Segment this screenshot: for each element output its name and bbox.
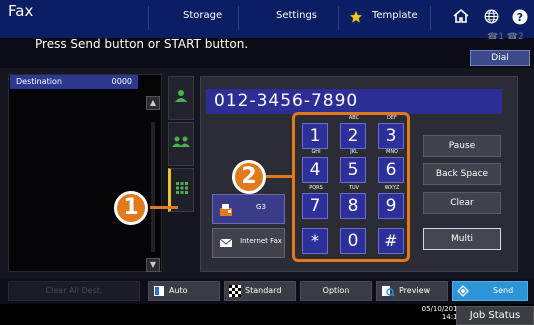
number-display-value: 012-3456-7890 bbox=[214, 91, 359, 111]
pause-button[interactable]: Pause bbox=[423, 135, 501, 157]
instruction-message: Press Send button or START button. bbox=[35, 37, 249, 51]
keypad-key-digit: # bbox=[384, 231, 398, 250]
destination-count: 0000 bbox=[111, 77, 132, 86]
tab-template[interactable]: Template bbox=[372, 10, 418, 21]
fax-machine-icon bbox=[220, 204, 232, 216]
internet-fax-mode-label: Internet Fax bbox=[240, 237, 282, 245]
keypad-key-digit: * bbox=[311, 231, 319, 250]
preview-label: Preview bbox=[399, 286, 431, 295]
keypad-key-letters: JKL bbox=[350, 149, 358, 155]
keypad-key-8[interactable]: TUV 8 bbox=[340, 185, 366, 219]
keypad-key-4[interactable]: GHI 4 bbox=[302, 149, 328, 183]
svg-text:?: ? bbox=[517, 11, 523, 24]
keypad-key-hash[interactable]: # bbox=[378, 228, 404, 254]
keypad-key-letters: PQRS bbox=[309, 185, 323, 191]
line-status: ☎1 ☎2 bbox=[487, 32, 524, 42]
scroll-up-button[interactable]: ▲ bbox=[146, 96, 160, 110]
keypad-key-1[interactable]: 1 bbox=[302, 123, 328, 149]
keypad-key-digit: 2 bbox=[347, 126, 359, 146]
send-label: Send bbox=[493, 286, 514, 295]
number-display[interactable]: 012-3456-7890 bbox=[206, 89, 502, 114]
clear-button[interactable]: Clear bbox=[423, 192, 501, 214]
tab-separator bbox=[430, 6, 431, 30]
destination-label: Destination bbox=[16, 77, 62, 86]
multi-button[interactable]: Multi bbox=[423, 228, 501, 250]
preview-icon bbox=[382, 286, 395, 297]
time: 14:19 bbox=[441, 313, 462, 321]
option-button[interactable]: Option bbox=[300, 281, 372, 301]
tab-address-single[interactable] bbox=[168, 76, 194, 120]
keypad-key-letters: DEF bbox=[387, 115, 397, 121]
internet-fax-mode-button[interactable]: Internet Fax bbox=[212, 228, 285, 258]
tab-separator bbox=[238, 6, 239, 30]
tab-address-group[interactable] bbox=[168, 122, 194, 166]
standard-label: Standard bbox=[245, 286, 282, 295]
keypad-key-letters: MNO bbox=[386, 149, 398, 155]
person-icon bbox=[175, 90, 187, 102]
tab-separator bbox=[148, 6, 149, 30]
auto-label: Auto bbox=[169, 286, 188, 295]
callout-1-badge: 1 bbox=[114, 191, 148, 225]
keypad-key-2[interactable]: ABC 2 bbox=[340, 115, 366, 149]
callout-2-badge: 2 bbox=[232, 160, 266, 194]
back-space-button[interactable]: Back Space bbox=[423, 163, 501, 185]
globe-icon[interactable] bbox=[484, 9, 499, 28]
keypad-key-asterisk[interactable]: * bbox=[302, 228, 328, 254]
destination-list bbox=[8, 74, 162, 272]
destination-header: Destination 0000 bbox=[10, 75, 138, 89]
scrollbar[interactable] bbox=[151, 122, 155, 252]
keypad-key-digit: 0 bbox=[347, 231, 359, 251]
keypad-key-0[interactable]: 0 bbox=[340, 228, 366, 254]
job-status-button[interactable]: Job Status bbox=[456, 306, 534, 325]
keypad-key-letters: WXYZ bbox=[384, 185, 400, 191]
document-color-icon bbox=[154, 286, 164, 296]
date-time: 05/10/2019 14:19 bbox=[400, 305, 462, 321]
keypad-key-digit: 8 bbox=[347, 196, 359, 216]
tab-settings[interactable]: Settings bbox=[276, 10, 317, 21]
keypad-key-6[interactable]: MNO 6 bbox=[378, 149, 404, 183]
callout-2-pointer bbox=[264, 175, 294, 178]
tab-separator bbox=[338, 6, 339, 30]
tab-storage[interactable]: Storage bbox=[183, 10, 222, 21]
checker-icon bbox=[229, 285, 241, 297]
dial-button[interactable]: Dial bbox=[470, 50, 530, 66]
keypad-key-7[interactable]: PQRS 7 bbox=[302, 185, 328, 219]
standard-resolution-button[interactable]: Standard bbox=[224, 281, 296, 301]
g3-mode-label: G3 bbox=[256, 203, 266, 211]
preview-button[interactable]: Preview bbox=[376, 281, 448, 301]
date: 05/10/2019 bbox=[421, 305, 462, 313]
keypad-key-letters: GHI bbox=[311, 149, 321, 155]
keypad-key-3[interactable]: DEF 3 bbox=[378, 115, 404, 149]
keypad-key-digit: 7 bbox=[309, 196, 321, 216]
keypad-key-letters: ABC bbox=[348, 115, 360, 121]
app-title: Fax bbox=[8, 2, 34, 20]
auto-button[interactable]: Auto bbox=[148, 281, 220, 301]
group-icon bbox=[172, 136, 190, 147]
help-icon[interactable]: ? bbox=[512, 9, 528, 29]
keypad-key-digit: 6 bbox=[385, 160, 397, 180]
keypad-key-digit: 4 bbox=[309, 160, 321, 180]
keypad-key-digit: 3 bbox=[385, 126, 397, 146]
keypad-key-letters: TUV bbox=[348, 185, 360, 191]
star-icon[interactable] bbox=[349, 9, 363, 28]
keypad-icon bbox=[176, 182, 188, 194]
send-diamond-icon bbox=[457, 285, 469, 297]
callout-1-pointer bbox=[150, 206, 178, 209]
scroll-down-button[interactable]: ▼ bbox=[146, 258, 160, 272]
g3-mode-button[interactable]: G3 bbox=[212, 194, 285, 224]
keypad-key-9[interactable]: WXYZ 9 bbox=[378, 185, 404, 219]
keypad-key-digit: 5 bbox=[347, 160, 359, 180]
keypad-key-digit: 9 bbox=[385, 196, 397, 216]
keypad-key-digit: 1 bbox=[309, 126, 321, 146]
clear-all-destinations-button[interactable]: Clear All Dest. bbox=[8, 281, 140, 301]
home-icon[interactable] bbox=[452, 8, 470, 28]
keypad-key-5[interactable]: JKL 5 bbox=[340, 149, 366, 183]
envelope-icon bbox=[219, 238, 233, 247]
send-button[interactable]: Send bbox=[452, 281, 528, 301]
